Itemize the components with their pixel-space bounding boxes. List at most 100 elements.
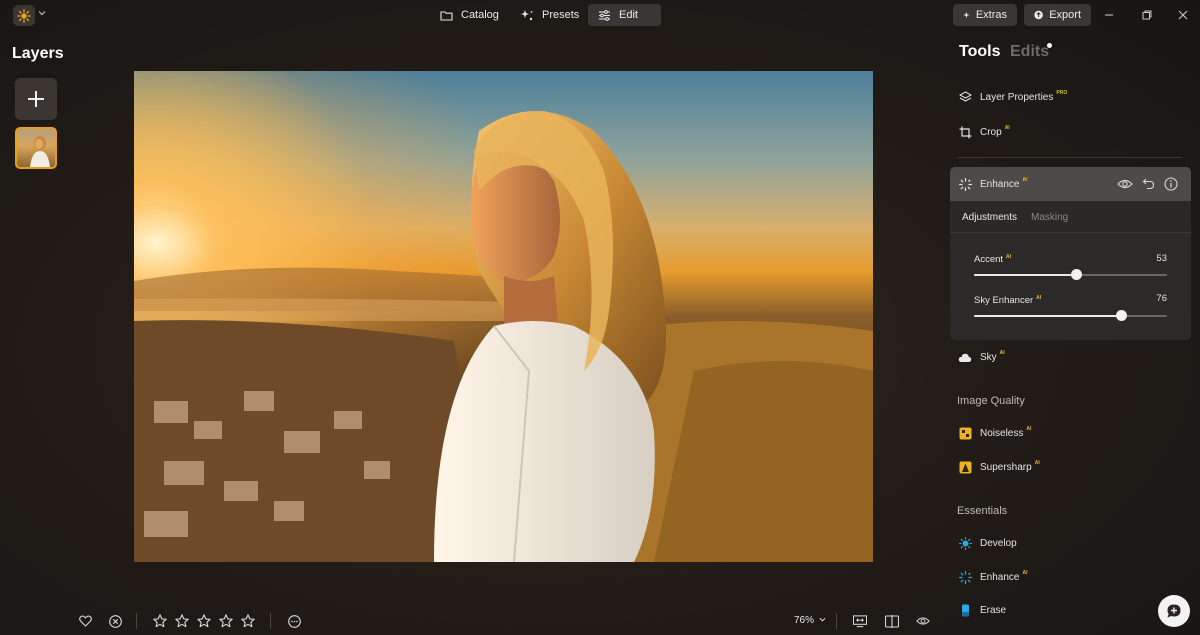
enhance-panel: Enhance AI Adjustments Masking Accent AI … <box>950 167 1191 340</box>
ai-badge: AI <box>1026 426 1032 432</box>
essentials-section-title: Essentials <box>957 505 1008 517</box>
enhance-sparkle-icon <box>958 177 972 191</box>
info-icon[interactable] <box>1164 177 1178 191</box>
star-4-button[interactable] <box>219 614 233 628</box>
ai-badge: AI <box>1022 570 1028 576</box>
accent-label-text: Accent <box>974 254 1004 265</box>
eye-icon[interactable] <box>1117 178 1133 190</box>
add-layer-button[interactable] <box>15 78 57 120</box>
sky-enhancer-value: 76 <box>1156 293 1167 304</box>
layer-thumbnail[interactable] <box>15 127 57 169</box>
portrait-photo <box>134 71 873 562</box>
close-button[interactable] <box>1176 8 1190 22</box>
tab-catalog[interactable]: Catalog <box>430 4 509 26</box>
ai-badge: AI <box>999 350 1005 356</box>
compare-button[interactable] <box>885 614 899 628</box>
tool-sky-label: Sky <box>980 351 997 363</box>
divider <box>136 613 137 629</box>
accent-slider-label: Accent AI <box>974 254 1011 265</box>
fit-screen-icon <box>853 614 867 627</box>
extras-label: Extras <box>975 9 1007 21</box>
zoom-level-dropdown[interactable]: 76% <box>794 615 826 626</box>
restore-button[interactable] <box>1140 8 1154 22</box>
reject-button[interactable] <box>108 614 122 628</box>
edits-tab[interactable]: Edits <box>1010 43 1049 61</box>
chevron-down-icon <box>819 617 826 622</box>
more-options-button[interactable] <box>287 614 301 628</box>
export-icon <box>1034 10 1043 20</box>
reject-circle-x-icon <box>108 614 122 628</box>
chat-bubble-icon <box>1167 604 1181 618</box>
crop-icon <box>958 125 972 139</box>
divider <box>270 613 271 629</box>
layers-title: Layers <box>12 45 64 62</box>
develop-sun-icon <box>958 536 972 550</box>
undo-icon[interactable] <box>1142 177 1155 190</box>
export-button[interactable]: Export <box>1024 4 1091 26</box>
chevron-down-icon[interactable] <box>38 9 46 17</box>
star-5-button[interactable] <box>241 614 255 628</box>
compare-split-icon <box>885 614 899 628</box>
enhance-header[interactable]: Enhance AI <box>950 167 1191 201</box>
sparkle-icon <box>521 9 533 20</box>
noiseless-icon <box>958 426 972 440</box>
sun-logo-icon <box>17 8 31 23</box>
accent-slider-handle[interactable] <box>1071 269 1082 280</box>
close-icon <box>1178 10 1188 20</box>
minimize-icon <box>1105 14 1113 16</box>
app-logo-button[interactable] <box>13 5 35 26</box>
tool-layer-properties[interactable]: Layer Properties PRO <box>958 88 1067 106</box>
tab-presets[interactable]: Presets <box>511 4 589 26</box>
enhance-tabs: Adjustments Masking <box>950 201 1191 233</box>
tool-crop[interactable]: Crop AI <box>958 123 1010 141</box>
sparkle-icon <box>963 11 970 19</box>
star-1-button[interactable] <box>153 614 167 628</box>
tab-adjustments[interactable]: Adjustments <box>962 212 1017 223</box>
tab-edit-label: Edit <box>619 9 638 21</box>
ai-badge: AI <box>1036 295 1042 301</box>
accent-value: 53 <box>1156 253 1167 264</box>
tab-catalog-label: Catalog <box>461 9 499 21</box>
favorite-button[interactable] <box>78 614 92 628</box>
main-photo-canvas[interactable] <box>134 71 873 562</box>
enhance-label: Enhance <box>980 178 1020 190</box>
tool-erase[interactable]: Erase <box>958 601 1006 619</box>
extras-button[interactable]: Extras <box>953 4 1017 26</box>
tool-develop[interactable]: Develop <box>958 534 1017 552</box>
preview-button[interactable] <box>916 614 930 628</box>
star-3-button[interactable] <box>197 614 211 628</box>
image-quality-section-title: Image Quality <box>957 395 1025 407</box>
heart-icon <box>78 615 92 627</box>
star-2-button[interactable] <box>175 614 189 628</box>
supersharp-icon <box>958 460 972 474</box>
tab-edit[interactable]: Edit <box>588 4 661 26</box>
tab-masking[interactable]: Masking <box>1031 212 1068 223</box>
tool-noiseless[interactable]: Noiseless AI <box>958 424 1031 442</box>
fit-screen-button[interactable] <box>853 614 867 628</box>
star-icon <box>175 614 189 628</box>
plus-icon <box>28 91 44 107</box>
sky-enhancer-label-text: Sky Enhancer <box>974 295 1034 306</box>
tool-develop-label: Develop <box>980 537 1017 549</box>
tool-enhance-active[interactable]: Enhance AI <box>958 175 1027 193</box>
folder-icon <box>440 10 453 21</box>
minimize-button[interactable] <box>1102 8 1116 22</box>
tool-enhance[interactable]: Enhance AI <box>958 568 1027 586</box>
tool-crop-label: Crop <box>980 126 1002 138</box>
accent-slider-fill <box>974 274 1076 276</box>
feedback-chat-button[interactable] <box>1158 595 1190 627</box>
tool-supersharp-label: Supersharp <box>980 461 1032 473</box>
top-bar: Catalog Presets Edit Extras Export <box>0 0 1200 30</box>
more-circle-icon <box>287 614 301 628</box>
tool-sky[interactable]: Sky AI <box>958 348 1005 366</box>
export-label: Export <box>1049 9 1081 21</box>
restore-icon <box>1142 10 1152 20</box>
sky-enhancer-slider-fill <box>974 315 1121 317</box>
tool-erase-label: Erase <box>980 604 1007 616</box>
tool-supersharp[interactable]: Supersharp AI <box>958 458 1040 476</box>
star-icon <box>219 614 233 628</box>
sky-enhancer-slider-handle[interactable] <box>1116 310 1127 321</box>
sky-enhancer-slider-label: Sky Enhancer AI <box>974 295 1041 306</box>
tools-tab[interactable]: Tools <box>959 43 1000 61</box>
edits-indicator-dot <box>1047 43 1052 48</box>
